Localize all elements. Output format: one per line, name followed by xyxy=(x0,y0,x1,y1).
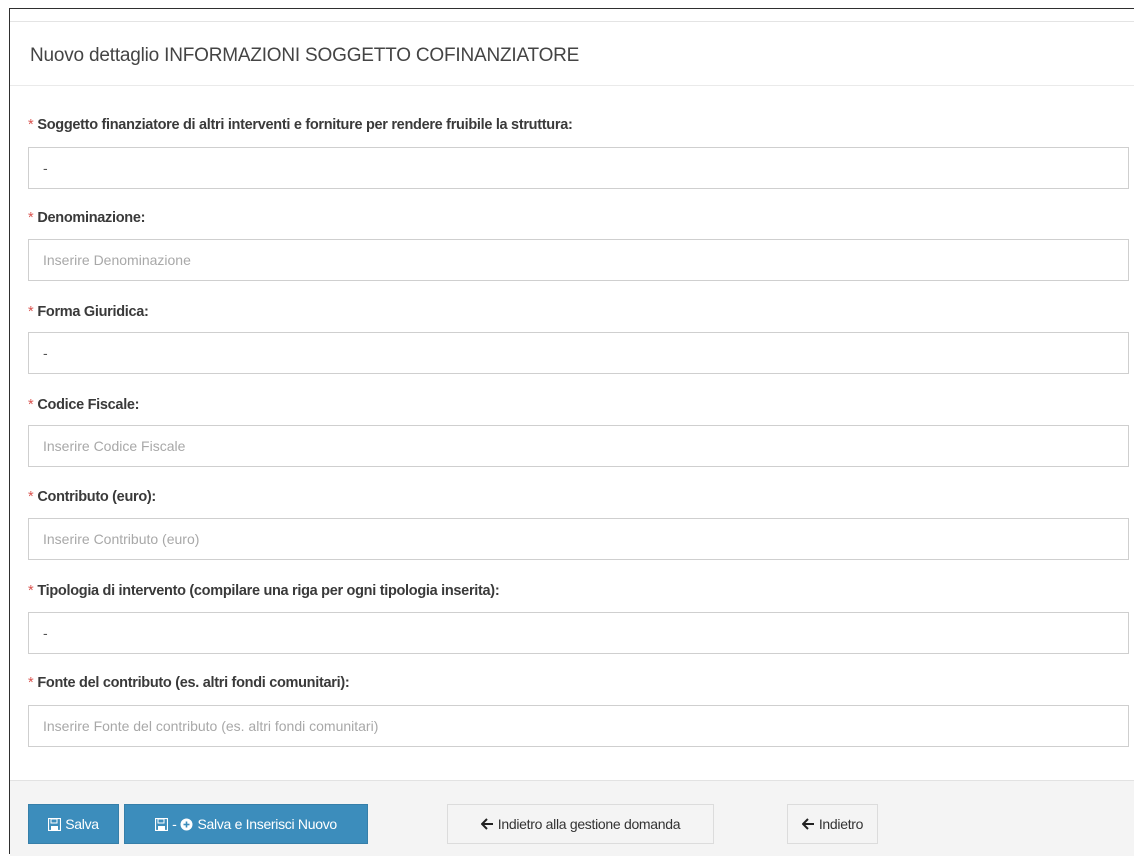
plus-circle-icon xyxy=(180,818,193,831)
floppy-disk-icon xyxy=(48,817,62,831)
required-marker: * xyxy=(28,583,34,599)
required-marker: * xyxy=(28,489,34,505)
codice-fiscale-input[interactable]: Inserire Codice Fiscale xyxy=(28,425,1129,467)
save-button[interactable]: Salva xyxy=(28,804,119,844)
field-label-fonte-contributo: * Fonte del contributo (es. altri fondi c… xyxy=(28,675,350,691)
field-label-denominazione: * Denominazione: xyxy=(28,210,145,226)
field-label-text: Tipologia di intervento (compilare una r… xyxy=(37,583,500,599)
field-label-text: Forma Giuridica: xyxy=(37,304,149,320)
back-to-management-button[interactable]: Indietro alla gestione domanda xyxy=(447,804,714,844)
form-panel: Nuovo dettaglio INFORMAZIONI SOGGETTO CO… xyxy=(9,8,1134,856)
field-label-contributo: * Contributo (euro): xyxy=(28,489,156,505)
floppy-disk-icon xyxy=(155,817,169,831)
required-marker: * xyxy=(28,397,34,413)
arrow-left-icon xyxy=(801,818,815,830)
field-label-text: Contributo (euro): xyxy=(37,489,156,505)
save-button-label: Salva xyxy=(65,816,99,832)
page-title: Nuovo dettaglio INFORMAZIONI SOGGETTO CO… xyxy=(30,45,580,66)
field-label-codice-fiscale: * Codice Fiscale: xyxy=(28,397,140,413)
denominazione-input[interactable]: Inserire Denominazione xyxy=(28,239,1129,281)
field-label-soggetto-finanziatore: * Soggetto finanziatore di altri interven… xyxy=(28,117,573,133)
save-and-insert-new-button[interactable]: - Salva e Inserisci Nuovo xyxy=(124,804,368,844)
soggetto-finanziatore-select[interactable]: - xyxy=(28,147,1129,189)
save-and-insert-new-label: Salva e Inserisci Nuovo xyxy=(197,816,337,832)
field-label-text: Soggetto finanziatore di altri intervent… xyxy=(37,117,573,133)
form-footer: Salva - Salva e Inserisci Nuovo Indietro… xyxy=(10,780,1134,856)
back-button-label: Indietro xyxy=(818,816,864,832)
separator: - xyxy=(172,816,177,832)
field-label-forma-giuridica: * Forma Giuridica: xyxy=(28,304,149,320)
required-marker: * xyxy=(28,210,34,226)
field-label-text: Fonte del contributo (es. altri fondi co… xyxy=(37,675,350,691)
panel-header: Nuovo dettaglio INFORMAZIONI SOGGETTO CO… xyxy=(10,21,1134,86)
tipologia-intervento-select[interactable]: - xyxy=(28,612,1129,654)
required-marker: * xyxy=(28,117,34,133)
required-marker: * xyxy=(28,675,34,691)
required-marker: * xyxy=(28,304,34,320)
back-to-management-label: Indietro alla gestione domanda xyxy=(497,816,681,832)
forma-giuridica-select[interactable]: - xyxy=(28,332,1129,374)
fonte-contributo-input[interactable]: Inserire Fonte del contributo (es. altri… xyxy=(28,705,1129,747)
field-label-text: Codice Fiscale: xyxy=(37,397,140,413)
field-label-tipologia-intervento: * Tipologia di intervento (compilare una … xyxy=(28,583,500,599)
arrow-left-icon xyxy=(480,818,494,830)
contributo-input[interactable]: Inserire Contributo (euro) xyxy=(28,518,1129,560)
back-button[interactable]: Indietro xyxy=(787,804,878,844)
field-label-text: Denominazione: xyxy=(37,210,146,226)
